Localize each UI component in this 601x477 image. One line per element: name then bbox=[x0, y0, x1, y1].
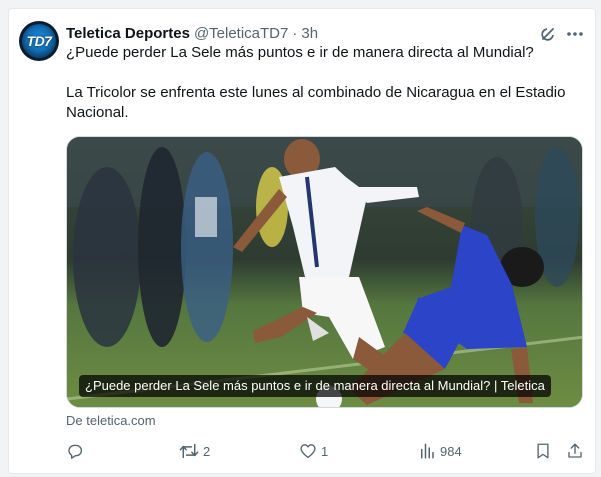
avatar[interactable]: TD7 bbox=[19, 21, 59, 61]
soccer-photo bbox=[67, 137, 582, 407]
header-separator: · bbox=[292, 24, 298, 42]
like-button[interactable]: 1 bbox=[299, 440, 328, 462]
repost-count: 2 bbox=[203, 443, 211, 459]
media-caption: ¿Puede perder La Sele más puntos e ir de… bbox=[79, 375, 551, 397]
heart-icon bbox=[300, 444, 316, 459]
tweet-text-line-1: ¿Puede perder La Sele más puntos e ir de… bbox=[66, 44, 534, 61]
more-icon[interactable] bbox=[564, 23, 586, 45]
avatar-logo-text: TD7 bbox=[26, 33, 52, 49]
share-button[interactable] bbox=[566, 440, 584, 462]
views-icon bbox=[421, 443, 434, 459]
tweet-time[interactable]: 3h bbox=[301, 25, 318, 42]
like-count: 1 bbox=[321, 443, 329, 459]
repost-button[interactable]: 2 bbox=[179, 440, 210, 462]
share-icon bbox=[568, 443, 582, 458]
author-handle[interactable]: @TeleticaTD7 bbox=[194, 25, 288, 42]
grok-icon[interactable] bbox=[537, 23, 559, 45]
repost-icon bbox=[179, 443, 199, 459]
reply-button[interactable] bbox=[66, 440, 88, 462]
bookmark-button[interactable] bbox=[534, 440, 552, 462]
author-name[interactable]: Teletica Deportes bbox=[66, 25, 190, 42]
action-bar: 2 1 984 bbox=[66, 440, 586, 462]
views-button[interactable]: 984 bbox=[418, 440, 462, 462]
bookmark-icon bbox=[537, 443, 549, 459]
reply-icon bbox=[68, 444, 83, 459]
tweet-header: Teletica Deportes @TeleticaTD7 · 3h bbox=[66, 23, 318, 43]
views-count: 984 bbox=[440, 443, 462, 459]
tweet-card[interactable]: TD7 Teletica Deportes @TeleticaTD7 · 3h … bbox=[8, 8, 596, 474]
link-source[interactable]: De teletica.com bbox=[66, 413, 156, 428]
media-card[interactable]: ¿Puede perder La Sele más puntos e ir de… bbox=[66, 136, 583, 408]
tweet-text-line-2: La Tricolor se enfrenta este lunes al co… bbox=[66, 84, 566, 121]
